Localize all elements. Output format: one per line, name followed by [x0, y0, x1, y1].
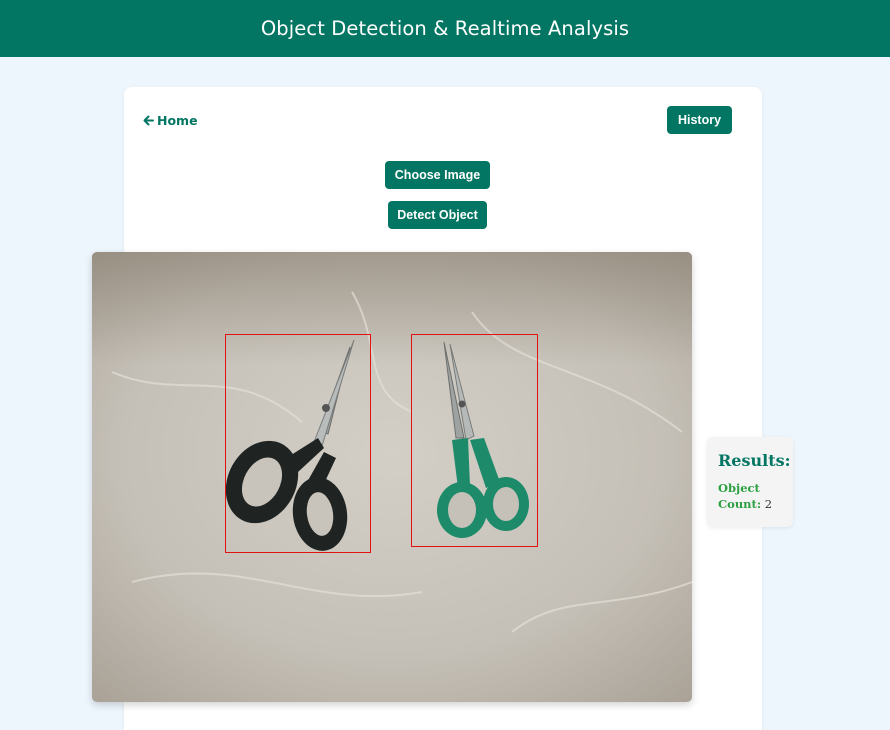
detect-object-button[interactable]: Detect Object	[388, 201, 487, 229]
choose-image-button[interactable]: Choose Image	[385, 161, 490, 189]
history-button[interactable]: History	[667, 106, 732, 134]
home-link-label: Home	[157, 113, 198, 128]
uploaded-image	[92, 252, 692, 702]
app-header: Object Detection & Realtime Analysis	[0, 0, 890, 57]
results-panel: Results: Object Count: 2	[707, 437, 793, 527]
home-link[interactable]: Home	[143, 113, 198, 128]
detection-box	[411, 334, 538, 547]
object-count: Object Count: 2	[718, 480, 788, 512]
app-title: Object Detection & Realtime Analysis	[260, 17, 630, 40]
object-count-value: 2	[764, 497, 773, 511]
object-count-label: Object Count:	[718, 481, 762, 511]
arrow-left-icon	[143, 115, 154, 126]
results-title: Results:	[718, 451, 791, 470]
detection-box	[225, 334, 371, 553]
